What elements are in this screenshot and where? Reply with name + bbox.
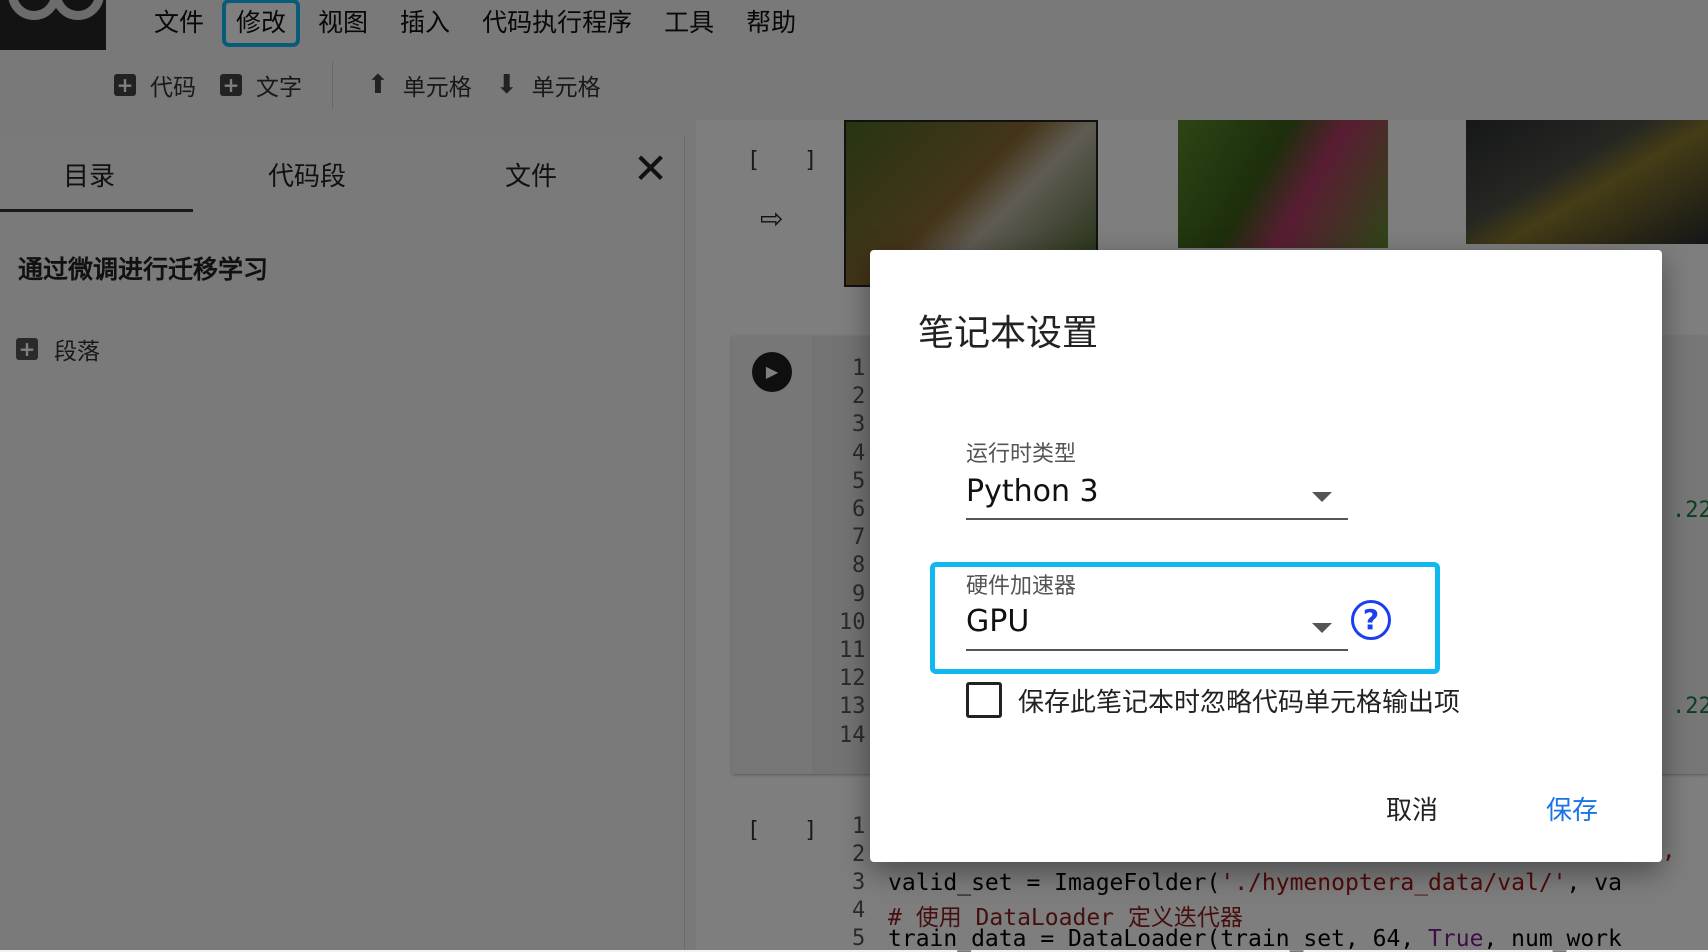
runtime-type-underline [966,518,1348,520]
dialog-title: 笔记本设置 [918,313,1099,354]
cancel-button[interactable]: 取消 [1386,790,1438,827]
chevron-down-icon[interactable] [1312,492,1332,502]
runtime-type-label: 运行时类型 [966,442,1077,467]
omit-output-label[interactable]: 保存此笔记本时忽略代码单元格输出项 [1018,682,1460,719]
runtime-type-select[interactable]: Python 3 [966,474,1099,509]
accelerator-label: 硬件加速器 [966,574,1077,599]
omit-output-checkbox[interactable] [966,682,1002,718]
accelerator-underline [966,649,1348,651]
help-icon[interactable]: ? [1351,600,1391,640]
save-button[interactable]: 保存 [1546,790,1598,827]
notebook-settings-dialog: 笔记本设置 运行时类型 Python 3 硬件加速器 GPU ? 保存此笔记本时… [870,250,1662,862]
accelerator-select[interactable]: GPU [966,604,1029,639]
chevron-down-icon[interactable] [1312,623,1332,633]
